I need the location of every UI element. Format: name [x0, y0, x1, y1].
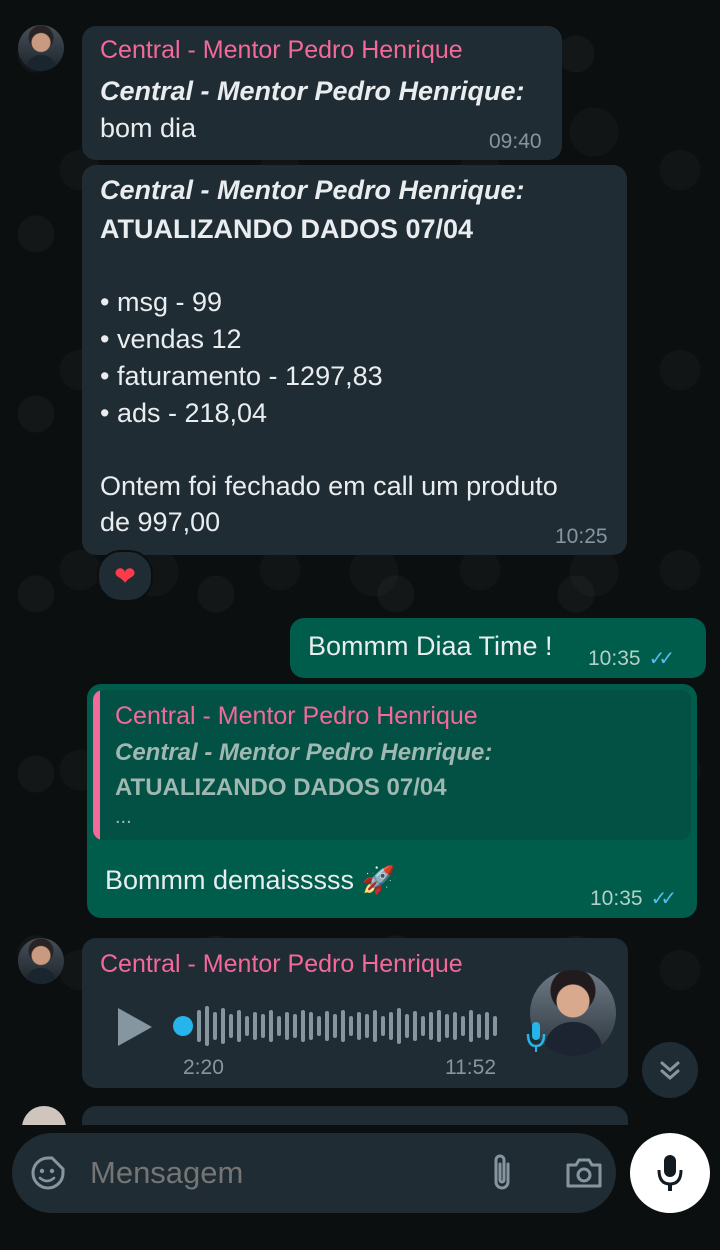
attach-icon[interactable]	[488, 1152, 518, 1192]
read-ticks-icon: ✓✓	[650, 888, 677, 910]
voice-waveform[interactable]	[197, 1002, 497, 1050]
message-header: Central - Mentor Pedro Henrique:	[100, 76, 525, 106]
mic-icon	[526, 1022, 546, 1052]
playback-scrubber-handle[interactable]	[173, 1016, 193, 1036]
sender-name[interactable]: Central - Mentor Pedro Henrique	[100, 950, 463, 979]
message-bubble[interactable]: Central - Mentor Pedro Henrique: ATUALIZ…	[82, 165, 627, 555]
quote-accent-bar	[93, 690, 100, 840]
stat-line: • msg - 99	[100, 287, 222, 317]
message-text: de 997,00	[100, 507, 221, 537]
partially-visible-message[interactable]	[82, 1106, 628, 1125]
sender-avatar[interactable]	[18, 938, 64, 984]
outgoing-message-bubble[interactable]: Bommm Diaa Time ! 10:35 ✓✓	[290, 618, 706, 678]
stat-line: • vendas 12	[100, 324, 242, 354]
message-text: Ontem foi fechado em call um produto	[100, 471, 558, 501]
chat-area[interactable]: Central - Mentor Pedro Henrique Central …	[0, 0, 720, 1125]
message-time: 09:40	[489, 130, 542, 153]
read-ticks-icon: ✓✓	[648, 648, 675, 670]
quoted-sender: Central - Mentor Pedro Henrique	[115, 702, 478, 730]
message-title: ATUALIZANDO DADOS 07/04	[100, 214, 474, 244]
double-chevron-down-icon	[660, 1061, 680, 1080]
heart-reaction[interactable]: ❤	[97, 550, 153, 602]
message-input[interactable]	[88, 1154, 472, 1192]
voice-record-button[interactable]	[630, 1133, 710, 1213]
quoted-message[interactable]: Central - Mentor Pedro Henrique Central …	[93, 690, 691, 840]
message-text: Bommm demaisssss 🚀	[105, 865, 396, 895]
stat-line: • ads - 218,04	[100, 398, 268, 428]
message-text: Bommm Diaa Time !	[308, 631, 553, 661]
message-text: bom dia	[100, 113, 197, 143]
camera-icon[interactable]	[564, 1155, 604, 1191]
message-time: 10:25	[555, 525, 608, 548]
voice-duration: 2:20	[183, 1056, 224, 1079]
sticker-icon[interactable]	[30, 1155, 66, 1191]
message-time-wrap: 10:35 ✓✓	[588, 646, 675, 671]
message-time: 11:52	[445, 1056, 496, 1079]
sender-avatar[interactable]	[22, 1106, 66, 1125]
sender-avatar[interactable]	[18, 25, 64, 71]
message-time: 10:35	[588, 647, 641, 670]
quoted-more: ...	[115, 806, 132, 828]
heart-icon: ❤	[114, 560, 136, 591]
message-time: 10:35	[590, 887, 643, 910]
scroll-to-bottom-button[interactable]	[642, 1042, 698, 1098]
mic-icon	[657, 1155, 683, 1191]
play-icon[interactable]	[118, 1008, 152, 1046]
message-bubble[interactable]: Central - Mentor Pedro Henrique Central …	[82, 26, 562, 160]
quoted-title: ATUALIZANDO DADOS 07/04	[115, 774, 447, 801]
sender-name[interactable]: Central - Mentor Pedro Henrique	[100, 36, 463, 65]
stat-line: • faturamento - 1297,83	[100, 361, 383, 391]
message-time-wrap: 10:35 ✓✓	[590, 886, 677, 911]
message-header: Central - Mentor Pedro Henrique:	[100, 175, 525, 205]
quoted-header: Central - Mentor Pedro Henrique:	[115, 739, 493, 766]
